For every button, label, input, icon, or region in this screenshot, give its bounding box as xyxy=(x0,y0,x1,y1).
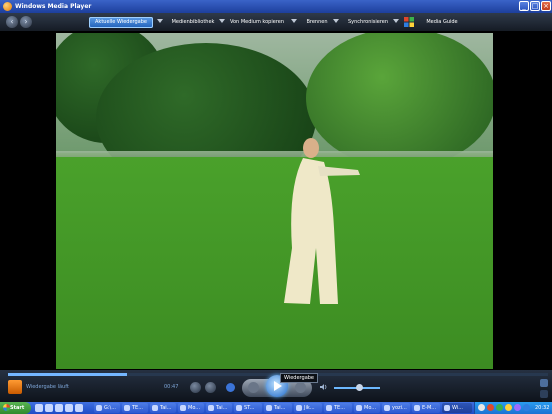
taskbar-item-label: Jik... xyxy=(304,405,315,411)
windows-taskbar: Start G:\... TE... Tai... Mo... Tai... S… xyxy=(0,402,552,414)
maximize-button[interactable]: □ xyxy=(530,1,540,11)
taskbar-item[interactable]: G:\... xyxy=(94,403,120,413)
quick-launch-firefox-icon[interactable] xyxy=(45,404,53,412)
browser-icon xyxy=(152,404,158,411)
now-playing-icon xyxy=(8,380,22,394)
browser-icon xyxy=(266,404,272,411)
tab-dropdown-arrow-icon[interactable] xyxy=(157,19,163,23)
browser-icon xyxy=(326,404,332,411)
taskbar-item[interactable]: ST... xyxy=(234,403,262,413)
folder-icon xyxy=(96,404,102,411)
close-button[interactable]: × xyxy=(541,1,551,11)
tab-dropdown-arrow-icon[interactable] xyxy=(291,19,297,23)
taskbar-item-label: E-M... xyxy=(422,405,437,411)
taskbar-item-label: ST... xyxy=(244,405,255,411)
tray-icon[interactable] xyxy=(523,404,530,411)
back-arrow-icon[interactable]: ‹ xyxy=(6,16,18,28)
taskbar-item-label: TE... xyxy=(334,405,345,411)
quick-launch-explorer-icon[interactable] xyxy=(75,404,83,412)
stop-button[interactable] xyxy=(226,383,235,392)
tab-dropdown-arrow-icon[interactable] xyxy=(333,19,339,23)
taskbar-item-media-player[interactable]: Wi... xyxy=(442,403,472,413)
video-person xyxy=(284,138,360,304)
windows-flag-icon xyxy=(404,17,414,27)
repeat-icon[interactable] xyxy=(205,382,216,393)
media-player-logo-icon xyxy=(3,2,12,11)
tray-icon[interactable] xyxy=(478,404,485,411)
quick-launch-mail-icon[interactable] xyxy=(55,404,63,412)
tab-aktuelle-wiedergabe[interactable]: Aktuelle Wiedergabe xyxy=(89,17,153,28)
browser-icon xyxy=(236,404,242,411)
taskbar-item[interactable]: Mo... xyxy=(178,403,204,413)
clock: 20:32 xyxy=(535,405,550,411)
taskbar-item-label: Tai... xyxy=(160,405,172,411)
taskbar-item[interactable]: TE... xyxy=(122,403,148,413)
taskbar-item[interactable]: Jik... xyxy=(294,403,322,413)
next-track-button[interactable] xyxy=(295,382,306,393)
shuffle-icon[interactable] xyxy=(190,382,201,393)
playback-controls: Wiedergabe läuft 00:47 Wiedergabe xyxy=(0,370,552,402)
taskbar-item-label: Mo... xyxy=(188,405,201,411)
play-tooltip: Wiedergabe xyxy=(280,373,319,383)
quick-launch-desktop-icon[interactable] xyxy=(35,404,43,412)
start-label: Start xyxy=(10,405,25,411)
taskbar-item-label: G:\... xyxy=(104,405,117,411)
mail-icon xyxy=(414,404,420,411)
taskbar-item-label: yozi... xyxy=(392,405,407,411)
title-bar: Windows Media Player _ □ × xyxy=(0,0,552,13)
tab-synchronisieren[interactable]: Synchronisieren xyxy=(345,17,391,28)
taskbar-item[interactable]: yozi... xyxy=(382,403,410,413)
tray-icon[interactable] xyxy=(496,404,503,411)
taskbar-item[interactable]: TE... xyxy=(324,403,352,413)
forward-arrow-icon[interactable]: › xyxy=(20,16,32,28)
taskbar-item[interactable]: Mo... xyxy=(354,403,380,413)
window-title: Windows Media Player xyxy=(15,3,92,10)
navigation-bar: ‹ › Aktuelle Wiedergabe Medienbibliothek… xyxy=(0,13,552,31)
fullscreen-button[interactable] xyxy=(540,379,548,387)
taskbar-item[interactable]: Tai... xyxy=(150,403,176,413)
browser-icon xyxy=(208,404,214,411)
tab-von-medium-kopieren[interactable]: Von Medium kopieren xyxy=(226,17,288,28)
taskbar-item[interactable]: Tai... xyxy=(206,403,232,413)
tab-medienbibliothek[interactable]: Medienbibliothek xyxy=(166,17,220,28)
taskbar-item[interactable]: E-M... xyxy=(412,403,440,413)
taskbar-item-label: Mo... xyxy=(364,405,377,411)
tab-dropdown-arrow-icon[interactable] xyxy=(393,19,399,23)
tray-icon[interactable] xyxy=(514,404,521,411)
browser-icon xyxy=(296,404,302,411)
app-icon xyxy=(384,404,390,411)
app-icon xyxy=(356,404,362,411)
windows-logo-icon xyxy=(3,404,10,411)
app-icon xyxy=(180,404,186,411)
volume-icon[interactable] xyxy=(320,383,328,391)
start-button[interactable]: Start xyxy=(0,402,31,414)
taskbar-item-label: Tai... xyxy=(274,405,286,411)
volume-knob[interactable] xyxy=(356,384,363,391)
tab-media-guide[interactable]: Media Guide xyxy=(420,17,464,28)
browser-icon xyxy=(124,404,130,411)
tray-icon[interactable] xyxy=(505,404,512,411)
now-playing-text: Wiedergabe läuft xyxy=(26,384,69,390)
taskbar-item-label: TE... xyxy=(132,405,143,411)
taskbar-item-label: Wi... xyxy=(452,405,463,411)
tray-icon[interactable] xyxy=(487,404,494,411)
switch-to-compact-mode-button[interactable] xyxy=(540,390,548,398)
tab-dropdown-arrow-icon[interactable] xyxy=(219,19,225,23)
video-frame[interactable] xyxy=(56,33,493,369)
video-grass xyxy=(56,157,493,369)
media-player-icon xyxy=(444,404,450,411)
tab-brennen[interactable]: Brennen xyxy=(302,17,332,28)
elapsed-time: 00:47 xyxy=(164,384,179,390)
taskbar-item[interactable]: Tai... xyxy=(264,403,292,413)
minimize-button[interactable]: _ xyxy=(519,1,529,11)
quick-launch-media-icon[interactable] xyxy=(65,404,73,412)
taskbar-item-label: Tai... xyxy=(216,405,228,411)
seek-bar-fill xyxy=(8,373,127,376)
previous-track-button[interactable] xyxy=(248,382,259,393)
